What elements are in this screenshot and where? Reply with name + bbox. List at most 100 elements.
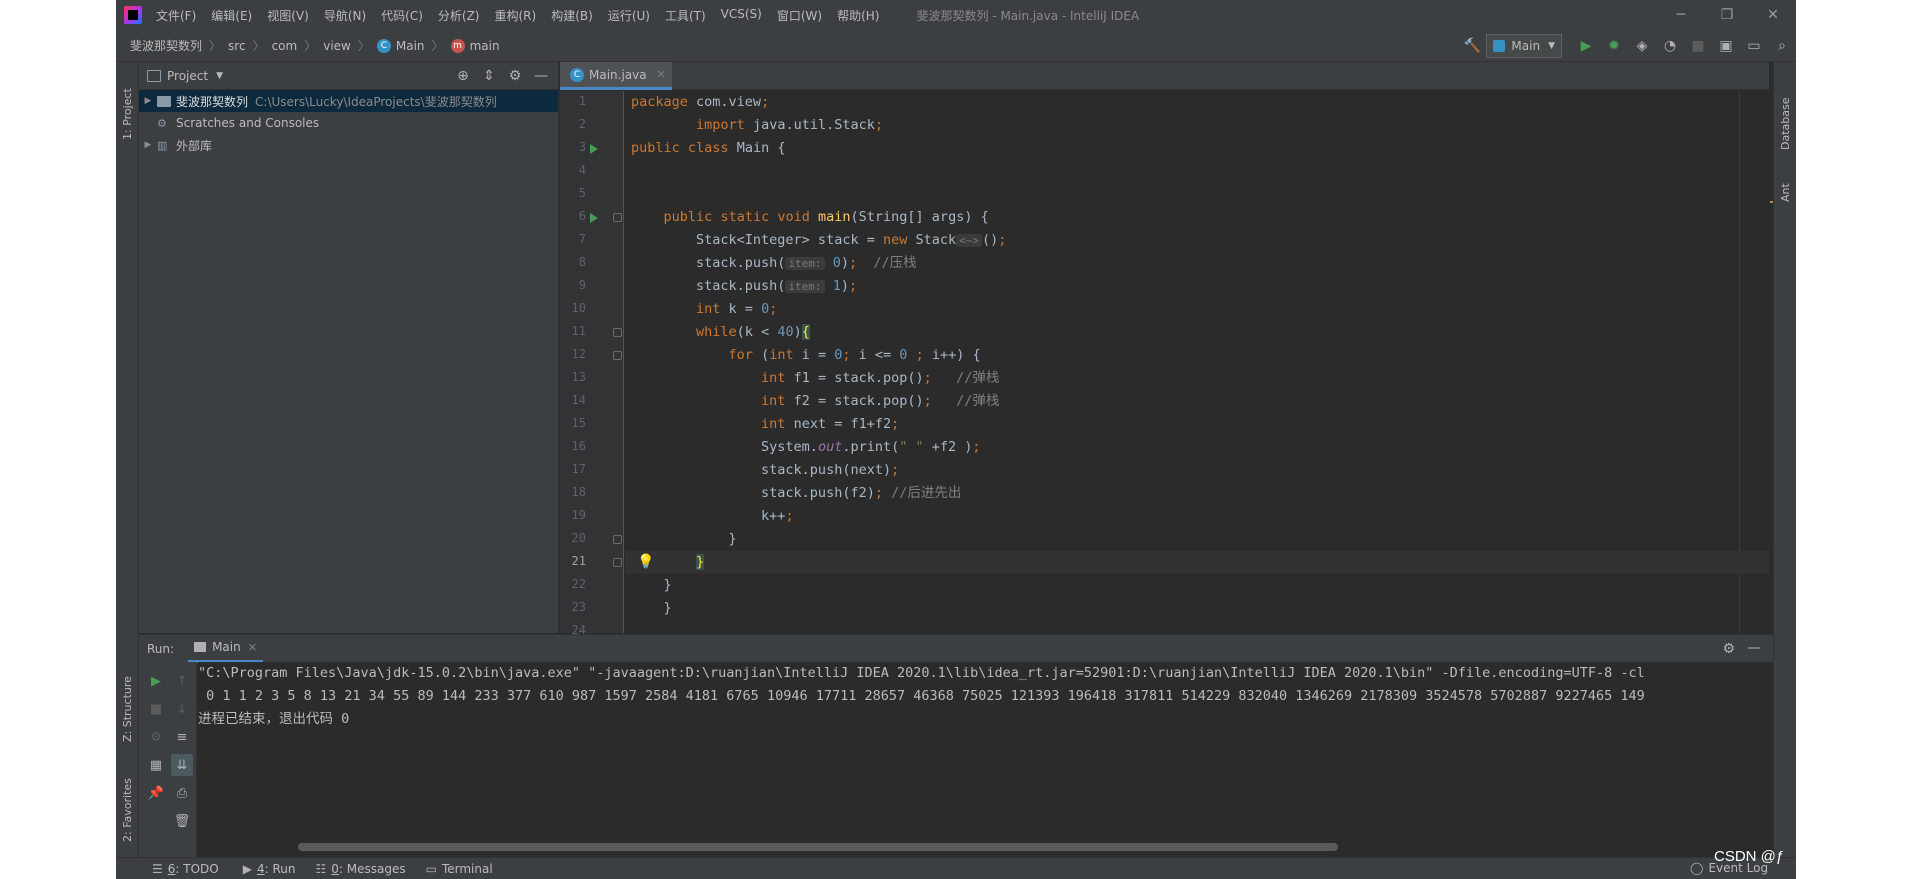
fold-marker-icon[interactable] bbox=[613, 328, 622, 337]
trash-icon[interactable]: 🗑 bbox=[171, 810, 193, 832]
collapse-all-icon[interactable]: ⇕ bbox=[476, 68, 502, 84]
gear-icon[interactable]: ⚙ bbox=[502, 68, 528, 84]
code-line[interactable]: import java.util.Stack; bbox=[625, 114, 1769, 137]
editor-tab-main-java[interactable]: C Main.java ✕ bbox=[560, 62, 672, 90]
code-line[interactable]: stack.push(item: 1); bbox=[625, 275, 1769, 298]
coverage-icon[interactable]: ◈ bbox=[1630, 35, 1654, 57]
run-tool-button[interactable]: ▶ 4: Run bbox=[243, 862, 296, 876]
pin-icon[interactable]: 📌 bbox=[145, 782, 167, 804]
search-icon[interactable]: ⌕ bbox=[1770, 35, 1794, 57]
restore-layout-icon[interactable]: ⚙ bbox=[145, 726, 167, 748]
menu-run[interactable]: 运行(U) bbox=[608, 7, 650, 24]
breadcrumb-src[interactable]: src bbox=[228, 39, 246, 53]
code-line[interactable]: int k = 0; bbox=[625, 298, 1769, 321]
structure-tool-button[interactable]: Z: Structure bbox=[121, 662, 134, 742]
code-line[interactable] bbox=[625, 620, 1769, 633]
code-line[interactable]: } bbox=[625, 574, 1769, 597]
menu-refactor[interactable]: 重构(R) bbox=[495, 7, 537, 24]
fold-marker-icon[interactable] bbox=[613, 558, 622, 567]
menu-edit[interactable]: 编辑(E) bbox=[211, 7, 252, 24]
minimize-icon[interactable]: ─ bbox=[1658, 0, 1704, 30]
code-line[interactable]: int f1 = stack.pop(); //弹栈 bbox=[625, 367, 1769, 390]
project-tool-button[interactable]: 1: Project bbox=[121, 70, 134, 140]
menu-file[interactable]: 文件(F) bbox=[156, 7, 196, 24]
menu-help[interactable]: 帮助(H) bbox=[837, 7, 879, 24]
presentation-mode-icon[interactable]: ▭ bbox=[1742, 35, 1766, 57]
soft-wrap-icon[interactable]: ≡ bbox=[171, 726, 193, 748]
menu-navigate[interactable]: 导航(N) bbox=[324, 7, 366, 24]
run-icon[interactable]: ▶ bbox=[1574, 35, 1598, 57]
locate-target-icon[interactable]: ⊕ bbox=[450, 68, 476, 84]
restore-icon[interactable]: ❐ bbox=[1704, 0, 1750, 30]
debug-bug-icon[interactable]: ✹ bbox=[1602, 35, 1626, 57]
breadcrumb-view[interactable]: view bbox=[323, 39, 351, 53]
code-line[interactable]: package com.view; bbox=[625, 91, 1769, 114]
code-line[interactable]: System.out.print(" " +f2 ); bbox=[625, 436, 1769, 459]
code-line[interactable]: Stack<Integer> stack = new Stack <~> (); bbox=[625, 229, 1769, 252]
tree-item-external-libraries[interactable]: ▶ ▥ 外部库 bbox=[139, 134, 558, 156]
fold-marker-icon[interactable] bbox=[613, 535, 622, 544]
close-tab-icon[interactable]: ✕ bbox=[248, 641, 257, 654]
code-line[interactable]: } bbox=[625, 528, 1769, 551]
code-line[interactable]: stack.push(next); bbox=[625, 459, 1769, 482]
run-console[interactable]: "C:\Program Files\Java\jdk-15.0.2\bin\ja… bbox=[198, 662, 1773, 857]
fold-marker-icon[interactable] bbox=[613, 213, 622, 222]
run-tab-main[interactable]: Main ✕ bbox=[188, 635, 263, 663]
fold-marker-icon[interactable] bbox=[613, 351, 622, 360]
breadcrumb-class[interactable]: Main bbox=[396, 39, 425, 53]
terminal-tool-button[interactable]: ▭ Terminal bbox=[426, 862, 493, 876]
menu-vcs[interactable]: VCS(S) bbox=[721, 7, 762, 24]
expand-arrow-icon[interactable]: ▶ bbox=[139, 96, 157, 106]
menu-window[interactable]: 窗口(W) bbox=[777, 7, 822, 24]
run-gutter-icon[interactable] bbox=[590, 213, 598, 223]
code-line[interactable]: k++; bbox=[625, 505, 1769, 528]
print-icon[interactable]: ⎙ bbox=[171, 782, 193, 804]
build-hammer-icon[interactable]: 🔨 bbox=[1460, 35, 1484, 57]
code-line[interactable]: public static void main(String[] args) { bbox=[625, 206, 1769, 229]
menu-analyze[interactable]: 分析(Z) bbox=[438, 7, 480, 24]
ant-tool-button[interactable]: Ant bbox=[1779, 162, 1792, 202]
menu-view[interactable]: 视图(V) bbox=[267, 7, 309, 24]
down-arrow-icon[interactable]: ↓ bbox=[171, 698, 193, 720]
code-line[interactable]: } bbox=[625, 551, 1769, 574]
menu-tools[interactable]: 工具(T) bbox=[665, 7, 706, 24]
code-line[interactable]: for (int i = 0; i <= 0 ; i++) { bbox=[625, 344, 1769, 367]
close-icon[interactable]: ✕ bbox=[1750, 0, 1796, 30]
menu-build[interactable]: 构建(B) bbox=[551, 7, 593, 24]
tree-item-project-root[interactable]: ▶ 斐波那契数列 C:\Users\Lucky\IdeaProjects\斐波那… bbox=[139, 90, 558, 112]
run-gutter-icon[interactable] bbox=[590, 144, 598, 154]
breadcrumb-com[interactable]: com bbox=[272, 39, 298, 53]
run-configuration-select[interactable]: Main ▼ bbox=[1486, 34, 1562, 58]
todo-tool-button[interactable]: ☰ 6: TODO bbox=[152, 862, 219, 876]
expand-arrow-icon[interactable]: ▶ bbox=[139, 140, 157, 150]
gear-icon[interactable]: ⚙ bbox=[1722, 641, 1735, 657]
rerun-icon[interactable]: ▶ bbox=[145, 670, 167, 692]
menu-code[interactable]: 代码(C) bbox=[381, 7, 423, 24]
messages-tool-button[interactable]: ☷ 0: Messages bbox=[315, 862, 405, 876]
close-tab-icon[interactable]: ✕ bbox=[657, 68, 666, 81]
hide-panel-icon[interactable]: — bbox=[1747, 640, 1761, 656]
console-horizontal-scrollbar[interactable] bbox=[298, 843, 1338, 851]
profile-icon[interactable]: ◔ bbox=[1658, 35, 1682, 57]
code-line[interactable]: stack.push(item: 0); //压栈 bbox=[625, 252, 1769, 275]
code-line[interactable]: public class Main { bbox=[625, 137, 1769, 160]
hide-panel-icon[interactable]: — bbox=[528, 68, 554, 84]
stop-icon[interactable]: ■ bbox=[1686, 35, 1710, 57]
database-tool-button[interactable]: Database bbox=[1779, 70, 1792, 151]
scroll-to-end-icon[interactable]: ⇊ bbox=[171, 754, 193, 776]
dropdown-arrow-icon[interactable]: ▼ bbox=[216, 71, 223, 81]
code-editor[interactable]: package com.view; import java.util.Stack… bbox=[625, 91, 1769, 633]
code-line[interactable] bbox=[625, 183, 1769, 206]
intention-bulb-icon[interactable]: 💡 bbox=[637, 553, 654, 571]
code-line[interactable]: stack.push(f2); //后进先出 bbox=[625, 482, 1769, 505]
stop-icon[interactable]: ■ bbox=[145, 698, 167, 720]
layout-icon[interactable]: ▦ bbox=[145, 754, 167, 776]
project-structure-icon[interactable]: ▣ bbox=[1714, 35, 1738, 57]
tree-item-scratches[interactable]: ⚙ Scratches and Consoles bbox=[139, 112, 558, 134]
code-line[interactable]: while(k < 40){ bbox=[625, 321, 1769, 344]
code-line[interactable]: } bbox=[625, 597, 1769, 620]
up-arrow-icon[interactable]: ↑ bbox=[171, 670, 193, 692]
code-line[interactable]: int f2 = stack.pop(); //弹栈 bbox=[625, 390, 1769, 413]
code-line[interactable] bbox=[625, 160, 1769, 183]
breadcrumb-method[interactable]: main bbox=[470, 39, 500, 53]
